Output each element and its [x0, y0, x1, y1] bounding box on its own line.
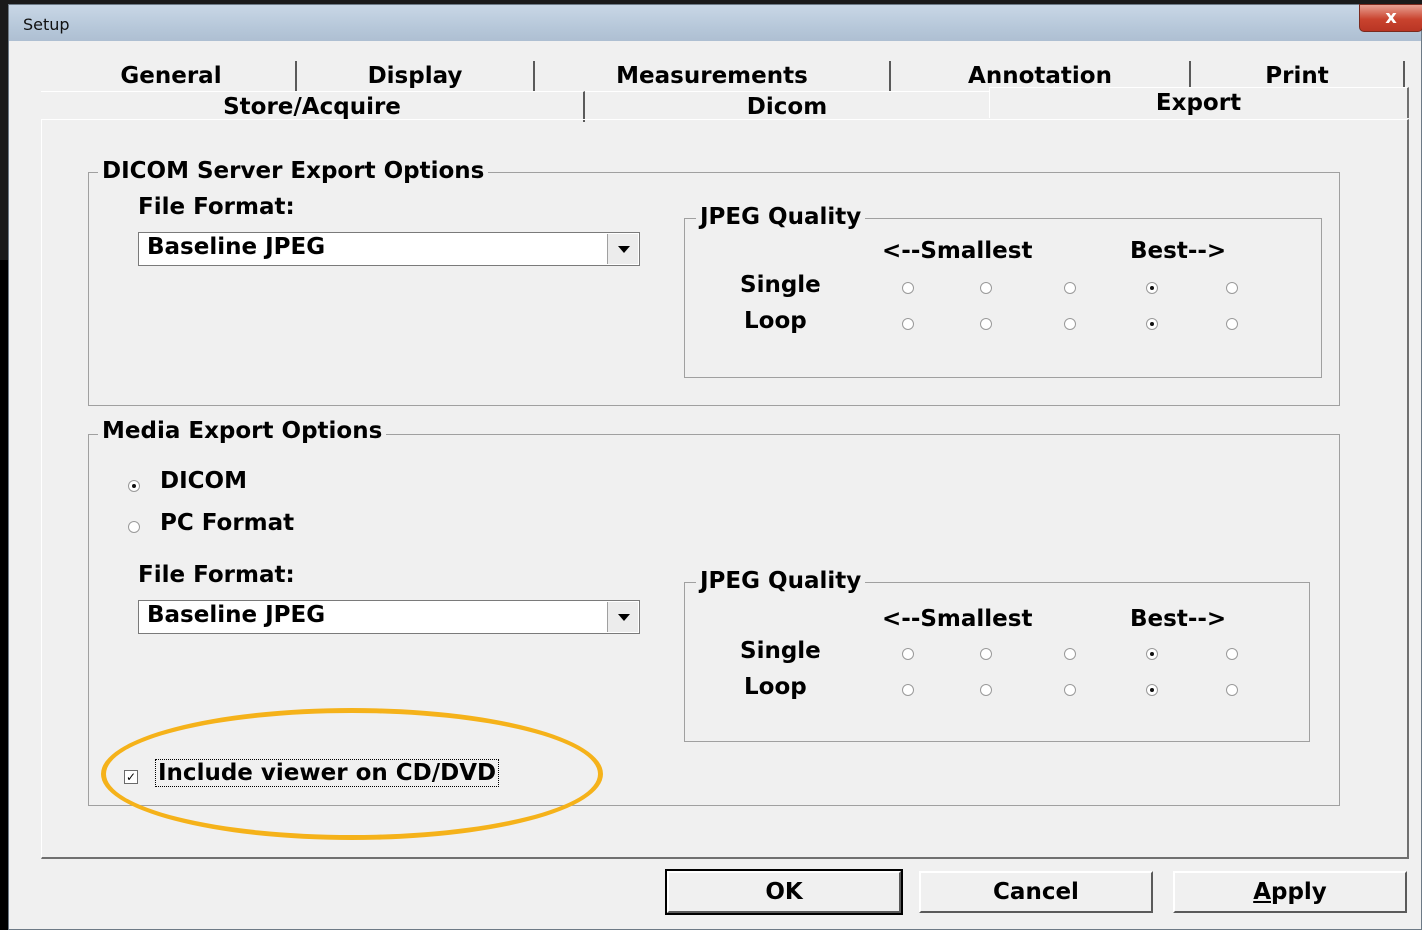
quality-radio[interactable] — [902, 318, 914, 330]
quality-radio[interactable] — [1226, 684, 1238, 696]
setup-dialog: Setup x General Display Measurements Ann… — [8, 4, 1422, 930]
quality-radio[interactable] — [1064, 282, 1076, 294]
loop-label: Loop — [744, 674, 807, 700]
quality-radio[interactable] — [980, 648, 992, 660]
cancel-button[interactable]: Cancel — [919, 871, 1153, 913]
best-label: Best--> — [1130, 606, 1227, 632]
ok-button-label: OK — [765, 879, 803, 905]
jpeg-quality-heading: JPEG Quality — [696, 568, 866, 594]
smallest-label: <--Smallest — [882, 606, 1033, 632]
quality-radio[interactable] — [1064, 648, 1076, 660]
quality-radio[interactable] — [1226, 318, 1238, 330]
file-format-value: Baseline JPEG — [147, 602, 326, 628]
quality-radio[interactable] — [1226, 648, 1238, 660]
tab-label: Measurements — [616, 63, 808, 89]
tab-export[interactable]: Export — [989, 87, 1409, 118]
file-format-value: Baseline JPEG — [147, 234, 326, 260]
quality-radio[interactable] — [902, 282, 914, 294]
cancel-button-label: Cancel — [993, 879, 1079, 905]
media-export-heading: Media Export Options — [98, 418, 387, 444]
quality-radio[interactable] — [980, 684, 992, 696]
dicom-radio[interactable] — [128, 480, 140, 492]
title-bar[interactable]: Setup x — [9, 4, 1422, 41]
single-label: Single — [740, 272, 821, 298]
export-tab-panel: DICOM Server Export Options File Format:… — [41, 119, 1409, 859]
quality-radio[interactable] — [1226, 282, 1238, 294]
include-viewer-checkbox[interactable]: ✓ — [124, 770, 138, 784]
file-format-label: File Format: — [138, 194, 295, 220]
tab-label: Print — [1265, 63, 1329, 89]
quality-radio[interactable] — [980, 318, 992, 330]
best-label: Best--> — [1130, 238, 1227, 264]
ok-button[interactable]: OK — [665, 869, 903, 915]
tab-measurements[interactable]: Measurements — [535, 61, 891, 91]
dicom-option-label: DICOM — [160, 468, 247, 494]
tab-display[interactable]: Display — [297, 61, 535, 91]
quality-radio[interactable] — [902, 648, 914, 660]
loop-label: Loop — [744, 308, 807, 334]
chevron-down-icon[interactable] — [607, 602, 638, 632]
close-icon: x — [1385, 7, 1397, 28]
media-file-format-dropdown[interactable]: Baseline JPEG — [138, 600, 640, 634]
tab-label: Annotation — [968, 63, 1112, 89]
quality-radio[interactable] — [1146, 282, 1158, 294]
include-viewer-label[interactable]: Include viewer on CD/DVD — [154, 759, 500, 787]
tab-label: Store/Acquire — [223, 94, 401, 120]
file-format-label: File Format: — [138, 562, 295, 588]
background-edge — [0, 260, 8, 930]
single-label: Single — [740, 638, 821, 664]
window-title: Setup — [23, 15, 70, 34]
quality-radio[interactable] — [980, 282, 992, 294]
pc-format-option-label: PC Format — [160, 510, 295, 536]
tab-store-acquire[interactable]: Store/Acquire — [41, 91, 585, 122]
quality-radio[interactable] — [1064, 684, 1076, 696]
chevron-down-icon[interactable] — [607, 234, 638, 264]
apply-button-label: pply — [1271, 879, 1327, 905]
tab-label: Display — [367, 63, 463, 89]
apply-button[interactable]: Apply — [1173, 871, 1407, 913]
jpeg-quality-heading: JPEG Quality — [696, 204, 866, 230]
file-format-dropdown[interactable]: Baseline JPEG — [138, 232, 640, 266]
dicom-server-export-heading: DICOM Server Export Options — [98, 158, 489, 184]
tab-general[interactable]: General — [47, 61, 297, 91]
quality-radio[interactable] — [1146, 648, 1158, 660]
quality-radio[interactable] — [902, 684, 914, 696]
pc-format-radio[interactable] — [128, 521, 140, 533]
quality-radio[interactable] — [1146, 684, 1158, 696]
tab-label: Dicom — [746, 94, 828, 120]
quality-radio[interactable] — [1064, 318, 1076, 330]
tab-dicom[interactable]: Dicom — [585, 91, 989, 122]
smallest-label: <--Smallest — [882, 238, 1033, 264]
tab-label: General — [120, 63, 222, 89]
apply-mnemonic: A — [1253, 879, 1271, 905]
close-button[interactable]: x — [1359, 4, 1422, 32]
tab-label: Export — [1155, 90, 1242, 116]
quality-radio[interactable] — [1146, 318, 1158, 330]
